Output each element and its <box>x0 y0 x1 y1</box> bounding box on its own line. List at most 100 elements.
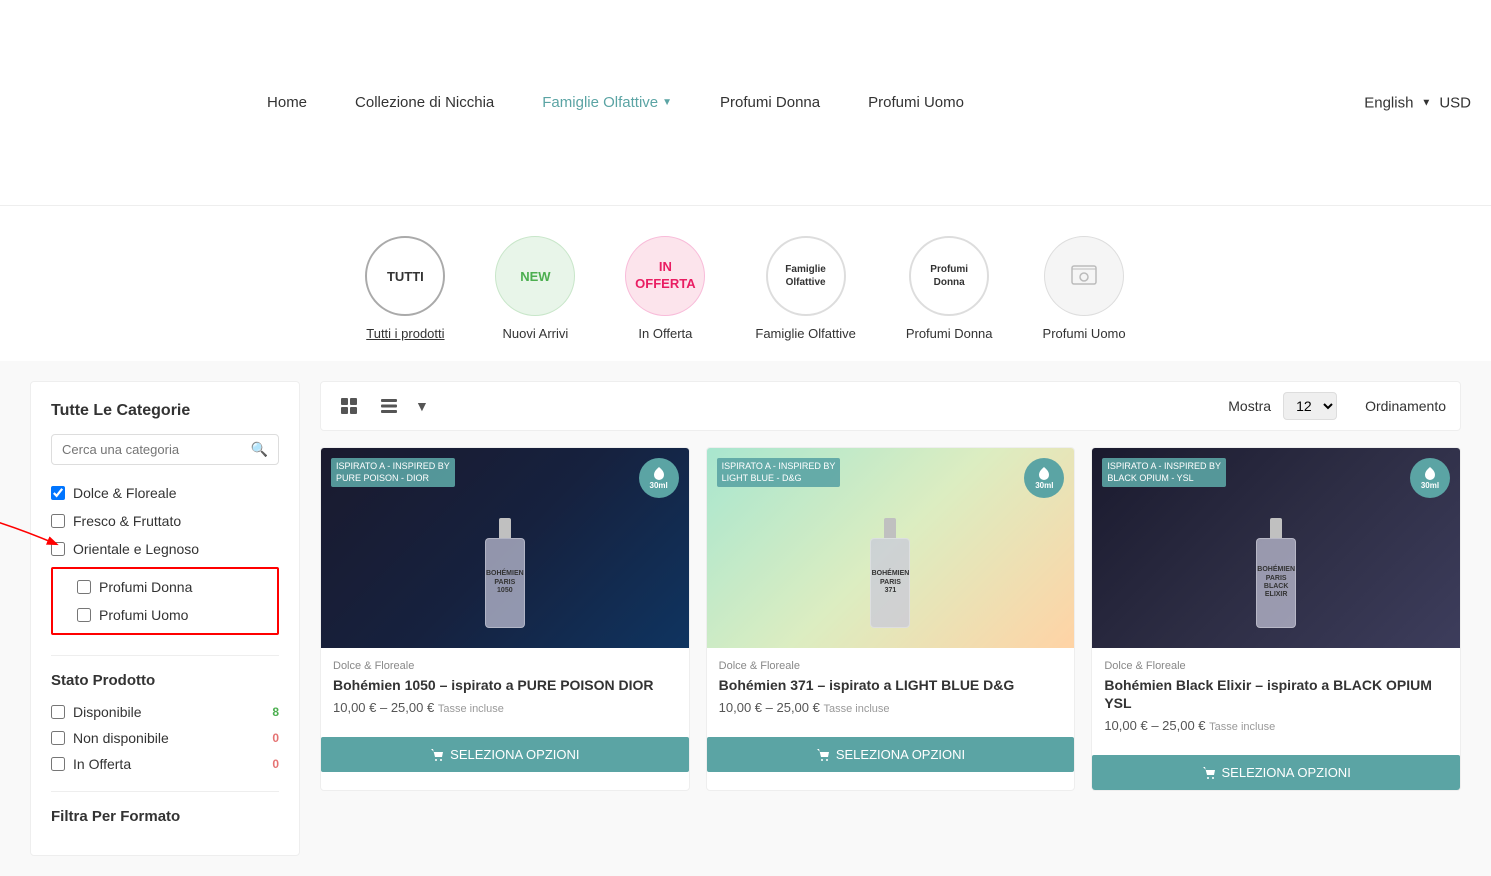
filter-count-non-disponibile: 0 <box>272 731 279 745</box>
bottle-label: BOHÉMIENPARIS1050 <box>486 570 524 595</box>
nav-right: English ▼ USD <box>1364 94 1471 111</box>
cat-check-label: Profumi Donna <box>99 579 192 595</box>
cat-check-profumi-donna[interactable]: Profumi Donna <box>57 573 273 601</box>
cat-check-fresco[interactable]: Fresco & Fruttato <box>51 507 279 535</box>
filter-label: In Offerta <box>73 756 131 772</box>
product-name-2: Bohémien 371 – ispirato a LIGHT BLUE D&G <box>719 676 1063 694</box>
product-info-3: Dolce & Floreale Bohémien Black Elixir –… <box>1092 648 1460 755</box>
stato-title: Stato Prodotto <box>51 672 279 689</box>
cat-check-profumi-uomo[interactable]: Profumi Uomo <box>57 601 273 629</box>
expand-icon[interactable]: ▼ <box>415 398 429 414</box>
product-name-1: Bohémien 1050 – ispirato a PURE POISON D… <box>333 676 677 694</box>
checkbox-orientale[interactable] <box>51 542 65 556</box>
checkbox-dolce-floreale[interactable] <box>51 486 65 500</box>
sidebar: Tutte Le Categorie 🔍 only main categorie… <box>30 381 300 856</box>
cat-label-famiglie: Famiglie Olfattive <box>755 326 855 341</box>
chevron-down-icon: ▼ <box>662 97 672 108</box>
main-content: Tutte Le Categorie 🔍 only main categorie… <box>0 361 1491 876</box>
bottle-label: BOHÉMIENPARIS371 <box>872 570 910 595</box>
cat-tutti[interactable]: TUTTI Tutti i prodotti <box>365 236 445 341</box>
category-search-input[interactable] <box>62 442 251 457</box>
filter-count-in-offerta: 0 <box>272 757 279 771</box>
checkbox-non-disponibile[interactable] <box>51 731 65 745</box>
product-price-1: 10,00 € – 25,00 € Tasse incluse <box>333 700 677 715</box>
sidebar-title: Tutte Le Categorie <box>51 402 279 420</box>
cat-circle-donna: ProfumiDonna <box>909 236 989 316</box>
checkbox-fresco[interactable] <box>51 514 65 528</box>
product-cat-2: Dolce & Floreale <box>719 660 1063 672</box>
sub-categories-box: Profumi Donna Profumi Uomo <box>51 567 279 635</box>
nav-home[interactable]: Home <box>263 86 311 119</box>
product-price-2: 10,00 € – 25,00 € Tasse incluse <box>719 700 1063 715</box>
cat-new[interactable]: NEW Nuovi Arrivi <box>495 236 575 341</box>
language-selector[interactable]: English <box>1364 94 1413 111</box>
bottle-cap <box>884 518 896 538</box>
currency-selector[interactable]: USD <box>1439 94 1471 111</box>
product-btn-3[interactable]: SELEZIONA OPZIONI <box>1092 755 1460 790</box>
product-name-3: Bohémien Black Elixir – ispirato a BLACK… <box>1104 676 1448 712</box>
grid-view-icon[interactable] <box>335 392 363 420</box>
cat-label-donna: Profumi Donna <box>906 326 993 341</box>
product-badge-3: 30ml <box>1410 458 1450 498</box>
filter-disponibile[interactable]: Disponibile 8 <box>51 699 279 725</box>
cat-check-label: Profumi Uomo <box>99 607 188 623</box>
checkbox-in-offerta[interactable] <box>51 757 65 771</box>
cat-check-label: Fresco & Fruttato <box>73 513 181 529</box>
cat-profumi-uomo[interactable]: Profumi Uomo <box>1043 236 1126 341</box>
products-grid: ISPIRATO A - INSPIRED BYPURE POISON - DI… <box>320 447 1461 791</box>
filter-label: Disponibile <box>73 704 141 720</box>
cat-circle-offerta: INOFFERTA <box>625 236 705 316</box>
filter-count-disponibile: 8 <box>272 705 279 719</box>
product-badge-2: 30ml <box>1024 458 1064 498</box>
bottle-2: BOHÉMIENPARIS371 <box>860 518 920 638</box>
cat-circle-famiglie: FamiglieOlfattive <box>766 236 846 316</box>
product-img-label-3: ISPIRATO A - INSPIRED BYBLACK OPIUM - YS… <box>1102 458 1226 487</box>
nav-collezione[interactable]: Collezione di Nicchia <box>351 86 498 119</box>
checkbox-profumi-donna[interactable] <box>77 580 91 594</box>
mostra-select[interactable]: 12 24 36 <box>1283 392 1337 420</box>
cat-profumi-donna[interactable]: ProfumiDonna Profumi Donna <box>906 236 993 341</box>
cat-famiglie[interactable]: FamiglieOlfattive Famiglie Olfattive <box>755 236 855 341</box>
product-image-3: ISPIRATO A - INSPIRED BYBLACK OPIUM - YS… <box>1092 448 1460 648</box>
cat-check-label: Dolce & Floreale <box>73 485 177 501</box>
bottle-1: BOHÉMIENPARIS1050 <box>475 518 535 638</box>
cat-check-dolce-floreale[interactable]: Dolce & Floreale <box>51 479 279 507</box>
checkbox-profumi-uomo[interactable] <box>77 608 91 622</box>
list-view-icon[interactable] <box>375 392 403 420</box>
badge-text-1: 30ml <box>650 482 668 491</box>
cat-offerta[interactable]: INOFFERTA In Offerta <box>625 236 705 341</box>
cat-label-uomo: Profumi Uomo <box>1043 326 1126 341</box>
products-toolbar: ▼ Mostra 12 24 36 Ordinamento <box>320 381 1461 431</box>
product-badge-1: 30ml <box>639 458 679 498</box>
main-nav: Home Collezione di Nicchia Famiglie Olfa… <box>0 0 1491 206</box>
filter-non-disponibile[interactable]: Non disponibile 0 <box>51 725 279 751</box>
cat-label-offerta: In Offerta <box>638 326 692 341</box>
search-icon: 🔍 <box>251 441 268 458</box>
product-card-2[interactable]: ISPIRATO A - INSPIRED BYLIGHT BLUE - D&G… <box>706 447 1076 791</box>
cat-label-tutti: Tutti i prodotti <box>366 326 444 341</box>
product-price-3: 10,00 € – 25,00 € Tasse incluse <box>1104 718 1448 733</box>
checkbox-disponibile[interactable] <box>51 705 65 719</box>
product-card-3[interactable]: ISPIRATO A - INSPIRED BYBLACK OPIUM - YS… <box>1091 447 1461 791</box>
category-search-box[interactable]: 🔍 <box>51 434 279 465</box>
cat-check-orientale[interactable]: Orientale e Legnoso <box>51 535 279 563</box>
filter-in-offerta[interactable]: In Offerta 0 <box>51 751 279 777</box>
product-image-1: ISPIRATO A - INSPIRED BYPURE POISON - DI… <box>321 448 689 648</box>
product-card-1[interactable]: ISPIRATO A - INSPIRED BYPURE POISON - DI… <box>320 447 690 791</box>
language-chevron-icon: ▼ <box>1421 97 1431 108</box>
nav-donna[interactable]: Profumi Donna <box>716 86 824 119</box>
mostra-label: Mostra <box>1228 398 1271 414</box>
product-img-label-2: ISPIRATO A - INSPIRED BYLIGHT BLUE - D&G <box>717 458 841 487</box>
product-image-2: ISPIRATO A - INSPIRED BYLIGHT BLUE - D&G… <box>707 448 1075 648</box>
product-btn-2[interactable]: SELEZIONA OPZIONI <box>707 737 1075 772</box>
bottle-body: BOHÉMIENPARIS1050 <box>485 538 525 628</box>
nav-famiglie[interactable]: Famiglie Olfattive ▼ <box>538 86 676 119</box>
cat-circle-new: NEW <box>495 236 575 316</box>
product-cat-3: Dolce & Floreale <box>1104 660 1448 672</box>
product-img-label-1: ISPIRATO A - INSPIRED BYPURE POISON - DI… <box>331 458 455 487</box>
nav-uomo[interactable]: Profumi Uomo <box>864 86 968 119</box>
badge-text-3: 30ml <box>1421 482 1439 491</box>
bottle-body: BOHÉMIENPARISBLACK ELIXIR <box>1256 538 1296 628</box>
product-btn-1[interactable]: SELEZIONA OPZIONI <box>321 737 689 772</box>
cat-check-label: Orientale e Legnoso <box>73 541 199 557</box>
